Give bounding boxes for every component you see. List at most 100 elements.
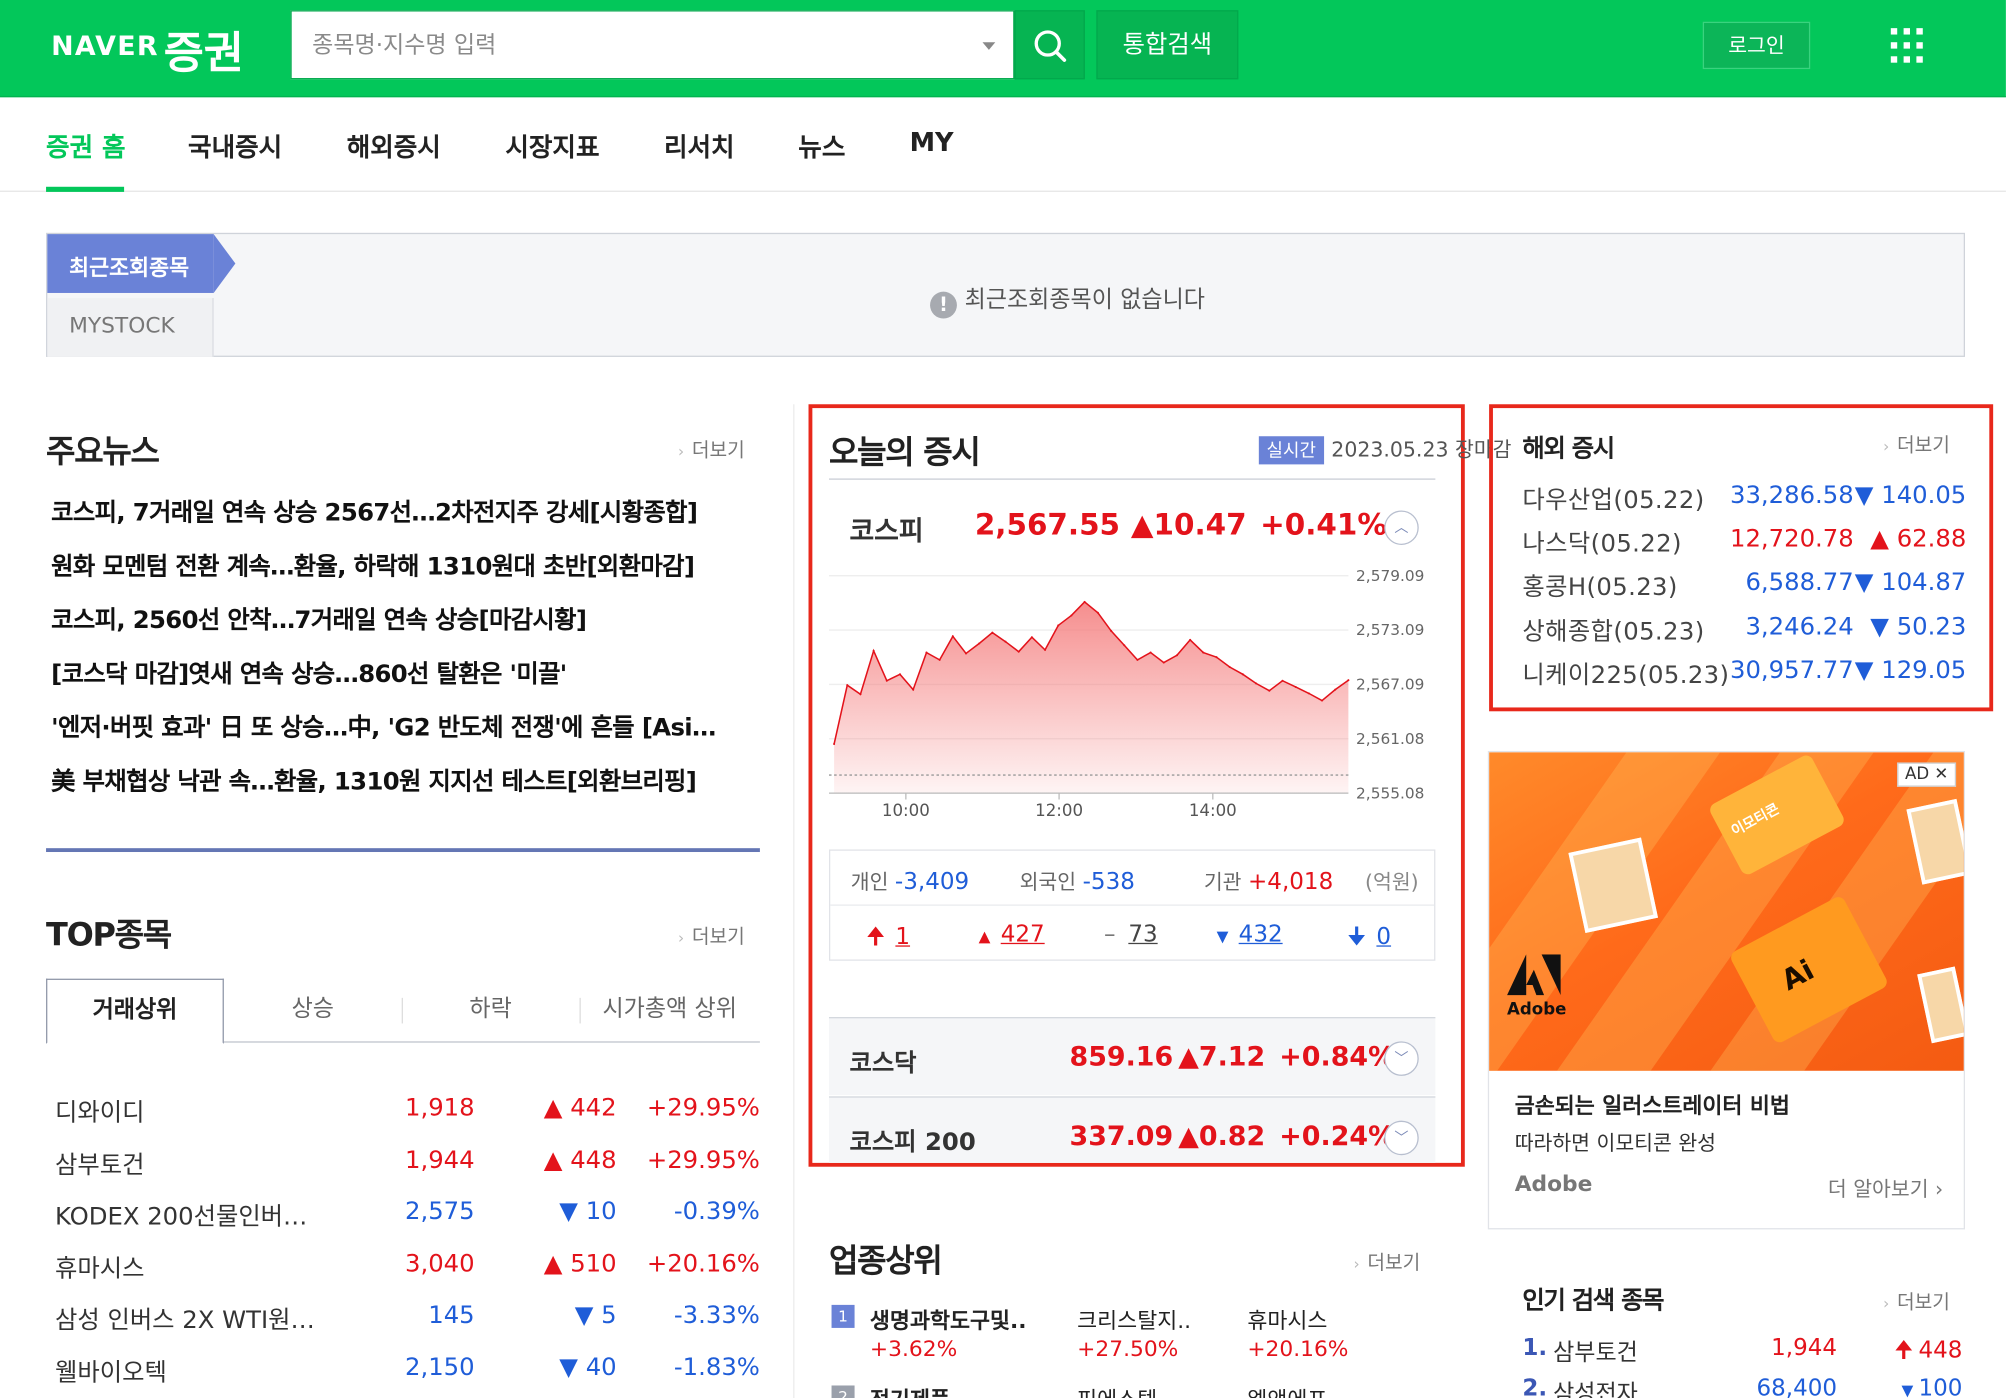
stock-change: ▼ 5 bbox=[574, 1301, 617, 1330]
main-nav: 증권 홈 국내증시 해외증시 시장지표 리서치 뉴스 MY bbox=[0, 99, 2006, 192]
table-row[interactable]: 휴마시스 3,040 ▲ 510 +20.16% bbox=[46, 1242, 760, 1293]
y-tick-label: 2,555.08 bbox=[1356, 784, 1424, 802]
chart-point bbox=[1254, 682, 1258, 685]
chart-point bbox=[1017, 650, 1020, 653]
tab-research[interactable]: 리서치 bbox=[664, 127, 735, 164]
industry-stock-name[interactable]: 피에스텍 bbox=[1077, 1382, 1157, 1398]
naver-logo[interactable]: NAVER bbox=[51, 31, 159, 62]
tab-finance-home[interactable]: 증권 홈 bbox=[46, 127, 126, 164]
search-icon bbox=[1034, 30, 1067, 62]
tab-market-indicators[interactable]: 시장지표 bbox=[505, 127, 599, 164]
mystock-tab[interactable]: MYSTOCK bbox=[47, 298, 214, 357]
tab-news[interactable]: 뉴스 bbox=[798, 127, 845, 164]
table-row[interactable]: 삼부토건 1,944 ▲ 448 +29.95% bbox=[46, 1138, 760, 1189]
stock-rate: +29.95% bbox=[646, 1093, 760, 1122]
upper-limit-count[interactable]: 🠉 1 bbox=[866, 921, 910, 959]
kospi200-value: 337.09 bbox=[1069, 1120, 1174, 1152]
tab-my[interactable]: MY bbox=[910, 127, 954, 158]
finance-logo[interactable]: 증권 bbox=[164, 18, 244, 81]
lower-limit-count[interactable]: 🠋 0 bbox=[1347, 921, 1391, 959]
top-more-link[interactable]: 더보기 bbox=[678, 922, 745, 949]
popular-stock-change: ▼ 100 bbox=[1902, 1375, 1963, 1398]
table-row[interactable]: 삼성 인버스 2X WTI원… 145 ▼ 5 -3.33% bbox=[46, 1294, 760, 1345]
chart-point bbox=[1030, 636, 1033, 639]
news-item[interactable]: 美 부채협상 낙관 속…환율, 1310원 지지선 테스트[외환브리핑] bbox=[51, 762, 697, 797]
chart-point bbox=[964, 652, 968, 655]
section-divider bbox=[46, 848, 760, 853]
close-icon[interactable]: ✕ bbox=[1934, 765, 1948, 784]
login-button[interactable]: 로그인 bbox=[1702, 21, 1811, 70]
kospi200-name: 코스피 200 bbox=[849, 1128, 976, 1157]
adobe-logo-icon bbox=[1507, 954, 1561, 996]
chart-point bbox=[1083, 600, 1086, 603]
tab-overseas[interactable]: 해외증시 bbox=[347, 127, 441, 164]
ad-card[interactable]: 이모티콘 Ai Adobe AD ✕ 금손되는 일러스트레이터 비법 따라하면 … bbox=[1487, 750, 1966, 1230]
index-name: 다우산업(05.22) bbox=[1522, 486, 1705, 515]
table-row[interactable]: KODEX 200선물인버… 2,575 ▼ 10 -0.39% bbox=[46, 1190, 760, 1241]
industry-stock-rate: +27.50% bbox=[1077, 1336, 1179, 1363]
expand-kospi200-icon[interactable]: ﹀ bbox=[1384, 1120, 1419, 1156]
index-change: ▲ 62.88 bbox=[1870, 524, 1967, 553]
news-item[interactable]: 원화 모멘텀 전환 계속…환율, 하락해 1310원대 초반[외환마감] bbox=[51, 548, 695, 583]
industry-stock-name[interactable]: 휴마시스 bbox=[1247, 1302, 1327, 1335]
popular-stock-price: 68,400 bbox=[1756, 1375, 1838, 1398]
down-count[interactable]: ▼ 432 bbox=[1217, 921, 1283, 948]
flat-count[interactable]: –73 bbox=[1104, 921, 1158, 948]
y-tick-label: 2,561.08 bbox=[1356, 730, 1424, 748]
news-item[interactable]: 코스피, 2560선 안착…7거래일 연속 상승[마감시황] bbox=[51, 601, 587, 636]
ad-title[interactable]: 금손되는 일러스트레이터 비법 bbox=[1515, 1087, 1790, 1120]
chart-point bbox=[1110, 629, 1113, 632]
stock-name: 웰바이오텍 bbox=[55, 1358, 167, 1387]
chart-point bbox=[1228, 666, 1231, 669]
chart-point bbox=[1004, 640, 1007, 643]
chart-point bbox=[898, 673, 902, 676]
up-count[interactable]: ▲ 427 bbox=[979, 921, 1045, 948]
ad-badge[interactable]: AD ✕ bbox=[1897, 762, 1957, 787]
news-item[interactable]: [코스닥 마감]엿새 연속 상승…860선 탈환은 '미끌' bbox=[51, 655, 567, 690]
popular-stock-price: 1,944 bbox=[1771, 1334, 1838, 1362]
news-item[interactable]: '엔저·버핏 효과' 日 또 상승…中, 'G2 반도체 전쟁'에 흔들 [As… bbox=[51, 709, 716, 744]
industry-stock-name[interactable]: 엘앤에프 bbox=[1247, 1382, 1327, 1398]
collapse-kospi-icon[interactable]: ︿ bbox=[1384, 510, 1419, 545]
overseas-more-link[interactable]: 더보기 bbox=[1883, 431, 1950, 458]
news-title: 주요뉴스 bbox=[46, 432, 160, 470]
industry-stock-name[interactable]: 크리스탈지.. bbox=[1077, 1302, 1191, 1335]
industry-more-link[interactable]: 더보기 bbox=[1353, 1249, 1420, 1276]
tab-falling[interactable]: 하락 bbox=[402, 979, 580, 1043]
tab-rising[interactable]: 상승 bbox=[224, 979, 402, 1043]
search-input[interactable] bbox=[312, 26, 952, 63]
up-triangle-icon: ▲ bbox=[978, 927, 991, 946]
emoji-card-right2 bbox=[1917, 966, 1964, 1044]
recent-stocks-box: 최근조회종목 MYSTOCK ! 최근조회종목이 없습니다 bbox=[46, 232, 1966, 357]
info-icon: ! bbox=[930, 291, 957, 319]
table-row[interactable]: 웰바이오텍 2,150 ▼ 40 -1.83% bbox=[46, 1346, 760, 1397]
ad-cta-link[interactable]: 더 알아보기 › bbox=[1828, 1172, 1943, 1203]
kospi200-row[interactable]: 코스피 200 337.09 ▲0.82 +0.24% ﹀ bbox=[828, 1096, 1436, 1163]
chart-point bbox=[1281, 679, 1284, 682]
up-value: 427 bbox=[1000, 921, 1045, 948]
tab-market-cap[interactable]: 시가총액 상위 bbox=[580, 979, 760, 1043]
expand-kosdaq-icon[interactable]: ﹀ bbox=[1384, 1041, 1419, 1076]
stock-change: ▲ 442 bbox=[543, 1093, 617, 1122]
ad-image[interactable]: 이모티콘 Ai Adobe AD ✕ bbox=[1489, 752, 1964, 1071]
tab-domestic[interactable]: 국내증시 bbox=[188, 127, 282, 164]
search-button[interactable] bbox=[1014, 10, 1085, 80]
chart-point bbox=[1268, 689, 1271, 692]
recent-stocks-tab[interactable]: 최근조회종목 bbox=[47, 234, 236, 293]
stock-rate: +29.95% bbox=[646, 1145, 760, 1174]
adobe-logo-text: Adobe bbox=[1507, 1000, 1567, 1020]
kosdaq-row[interactable]: 코스닥 859.16 ▲7.12 +0.84% ﹀ bbox=[828, 1017, 1436, 1096]
index-name: 상해종합(05.23) bbox=[1522, 617, 1705, 646]
chart-point bbox=[846, 684, 849, 687]
app-menu-icon[interactable] bbox=[1890, 28, 1927, 64]
industry-name[interactable]: 전기제품 bbox=[870, 1382, 950, 1398]
news-more-link[interactable]: 더보기 bbox=[678, 436, 745, 463]
y-tick-label: 2,573.09 bbox=[1356, 621, 1424, 639]
integrated-search-button[interactable]: 통합검색 bbox=[1096, 10, 1239, 80]
popular-more-link[interactable]: 더보기 bbox=[1883, 1288, 1950, 1315]
tab-volume-top[interactable]: 거래상위 bbox=[46, 978, 224, 1044]
table-row[interactable]: 디와이디 1,918 ▲ 442 +29.95% bbox=[46, 1086, 760, 1137]
industry-name[interactable]: 생명과학도구및.. bbox=[870, 1302, 1027, 1335]
news-item[interactable]: 코스피, 7거래일 연속 상승 2567선…2차전지주 강세[시황종합] bbox=[51, 494, 698, 529]
dropdown-caret-icon[interactable] bbox=[982, 42, 996, 50]
